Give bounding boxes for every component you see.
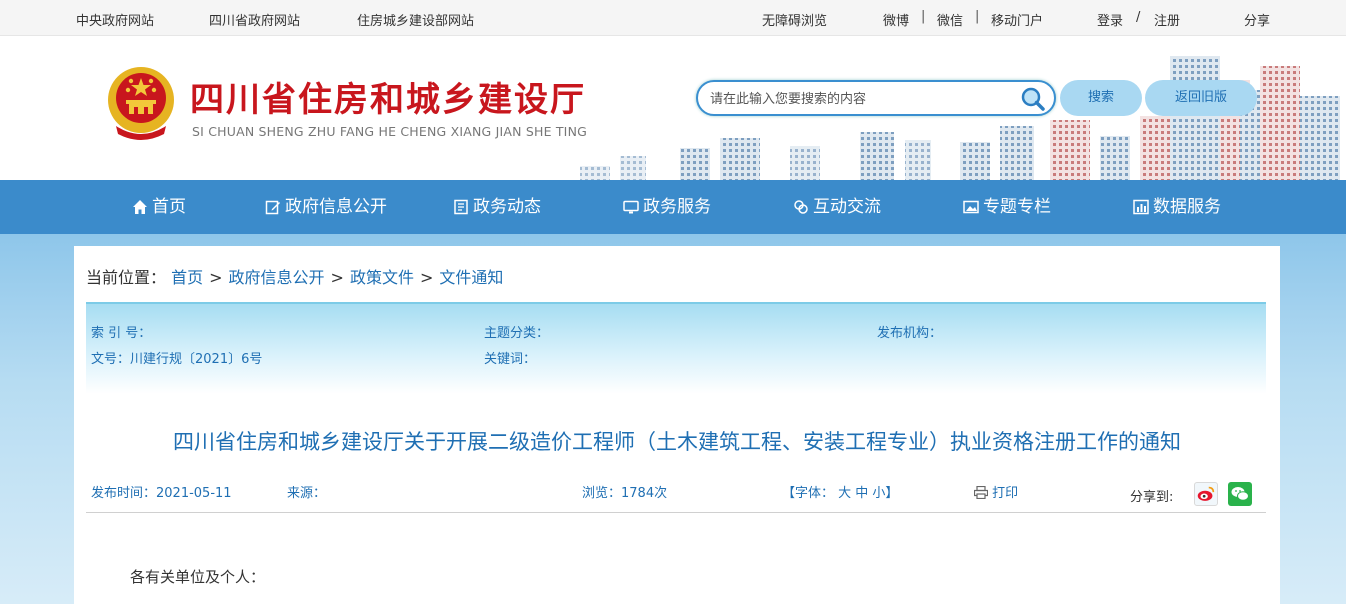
search-button[interactable]: 搜索 — [1060, 80, 1142, 116]
nav-item-special-topics[interactable]: 专题专栏 — [963, 180, 1051, 234]
main-nav: 首页 政府信息公开 政务动态 政务服务 互动交流 专题专栏 数据服务 — [0, 180, 1346, 234]
monitor-icon — [623, 200, 639, 214]
site-title: 四川省住房和城乡建设厅 — [190, 80, 586, 120]
meta-topic: 主题分类： — [484, 326, 550, 341]
view-count: 浏览：1784次 — [582, 486, 668, 501]
content-panel: 当前位置： 首页 > 政府信息公开 > 政策文件 > 文件通知 索 引 号： 主题分类： 发… — [74, 246, 1280, 604]
breadcrumb-separator: > — [330, 268, 344, 287]
breadcrumb-policy-docs[interactable]: 政策文件 — [350, 268, 414, 287]
separator: | — [921, 9, 926, 24]
edit-icon — [265, 200, 280, 215]
nav-item-gov-info[interactable]: 政府信息公开 — [265, 180, 387, 234]
nav-item-data-services[interactable]: 数据服务 — [1133, 180, 1221, 234]
breadcrumb: 当前位置： 首页 > 政府信息公开 > 政策文件 > 文件通知 — [86, 264, 503, 288]
divider — [86, 512, 1266, 513]
print-label: 打印 — [992, 486, 1019, 501]
weibo-share-icon[interactable] — [1194, 482, 1218, 506]
share-to-label: 分享到: — [1130, 490, 1174, 505]
separator: | — [975, 9, 980, 24]
accessible-browse-link[interactable]: 无障碍浏览 — [762, 10, 827, 29]
breadcrumb-doc-notices[interactable]: 文件通知 — [439, 268, 503, 287]
site-header: 四川省住房和城乡建设厅 SI CHUAN SHENG ZHU FANG HE C… — [0, 36, 1346, 180]
register-link[interactable]: 注册 — [1154, 10, 1180, 29]
nav-item-label: 互动交流 — [813, 197, 881, 217]
link-central-gov[interactable]: 中央政府网站 — [76, 10, 154, 29]
home-icon — [133, 200, 147, 214]
article-source: 来源： — [287, 486, 327, 501]
publish-time: 发布时间：2021-05-11 — [91, 486, 232, 501]
nav-item-gov-services[interactable]: 政务服务 — [623, 180, 711, 234]
mobile-portal-link[interactable]: 移动门户 — [991, 10, 1043, 29]
nav-item-home[interactable]: 首页 — [132, 180, 186, 234]
nav-item-label: 专题专栏 — [983, 197, 1051, 217]
breadcrumb-separator: > — [209, 268, 223, 287]
nav-item-label: 首页 — [152, 197, 186, 217]
document-meta: 索 引 号： 主题分类： 发布机构： 文号：川建行规〔2021〕6号 关键词： — [86, 302, 1266, 394]
exchange-icon — [794, 200, 808, 214]
chart-icon — [1133, 199, 1149, 215]
share-link[interactable]: 分享 — [1244, 10, 1270, 29]
nav-item-label: 政务服务 — [643, 197, 711, 217]
breadcrumb-home[interactable]: 首页 — [171, 268, 203, 287]
meta-keywords: 关键词： — [484, 352, 537, 367]
top-bar: 中央政府网站 四川省政府网站 住房城乡建设部网站 无障碍浏览 微博 | 微信 |… — [0, 0, 1346, 36]
print-button[interactable]: 打印 — [973, 482, 1019, 501]
image-icon — [963, 200, 979, 214]
breadcrumb-gov-info[interactable]: 政府信息公开 — [229, 268, 325, 287]
link-mohurd[interactable]: 住房城乡建设部网站 — [357, 10, 474, 29]
meta-index-no: 索 引 号： — [91, 326, 152, 341]
national-emblem-icon — [108, 67, 174, 140]
nav-item-interaction[interactable]: 互动交流 — [793, 180, 881, 234]
slash-separator: / — [1136, 10, 1141, 25]
search-input[interactable] — [710, 89, 1020, 109]
breadcrumb-separator: > — [419, 268, 434, 287]
nav-item-label: 政务动态 — [473, 197, 541, 217]
nav-item-gov-news[interactable]: 政务动态 — [453, 180, 541, 234]
meta-doc-no: 文号：川建行规〔2021〕6号 — [91, 352, 263, 367]
document-icon — [454, 199, 468, 215]
article-title: 四川省住房和城乡建设厅关于开展二级造价工程师（土木建筑工程、安装工程专业）执业资… — [173, 430, 1181, 454]
nav-item-label: 政府信息公开 — [285, 197, 387, 217]
search-icon[interactable] — [1020, 86, 1046, 112]
printer-icon — [973, 485, 989, 500]
old-version-button[interactable]: 返回旧版 — [1145, 80, 1257, 116]
nav-item-label: 数据服务 — [1153, 197, 1221, 217]
site-subtitle: SI CHUAN SHENG ZHU FANG HE CHENG XIANG J… — [192, 124, 588, 139]
breadcrumb-prefix: 当前位置： — [86, 268, 167, 287]
search-box — [696, 80, 1056, 116]
weibo-link[interactable]: 微博 — [883, 10, 909, 29]
login-link[interactable]: 登录 — [1097, 10, 1123, 29]
article-body-first-line: 各有关单位及个人： — [130, 568, 266, 586]
font-size-switcher[interactable]: 【字体： 大 中 小】 — [782, 482, 898, 501]
link-sichuan-gov[interactable]: 四川省政府网站 — [209, 10, 300, 29]
meta-publisher: 发布机构： — [877, 326, 943, 341]
wechat-link[interactable]: 微信 — [937, 10, 963, 29]
wechat-share-icon[interactable] — [1228, 482, 1252, 506]
